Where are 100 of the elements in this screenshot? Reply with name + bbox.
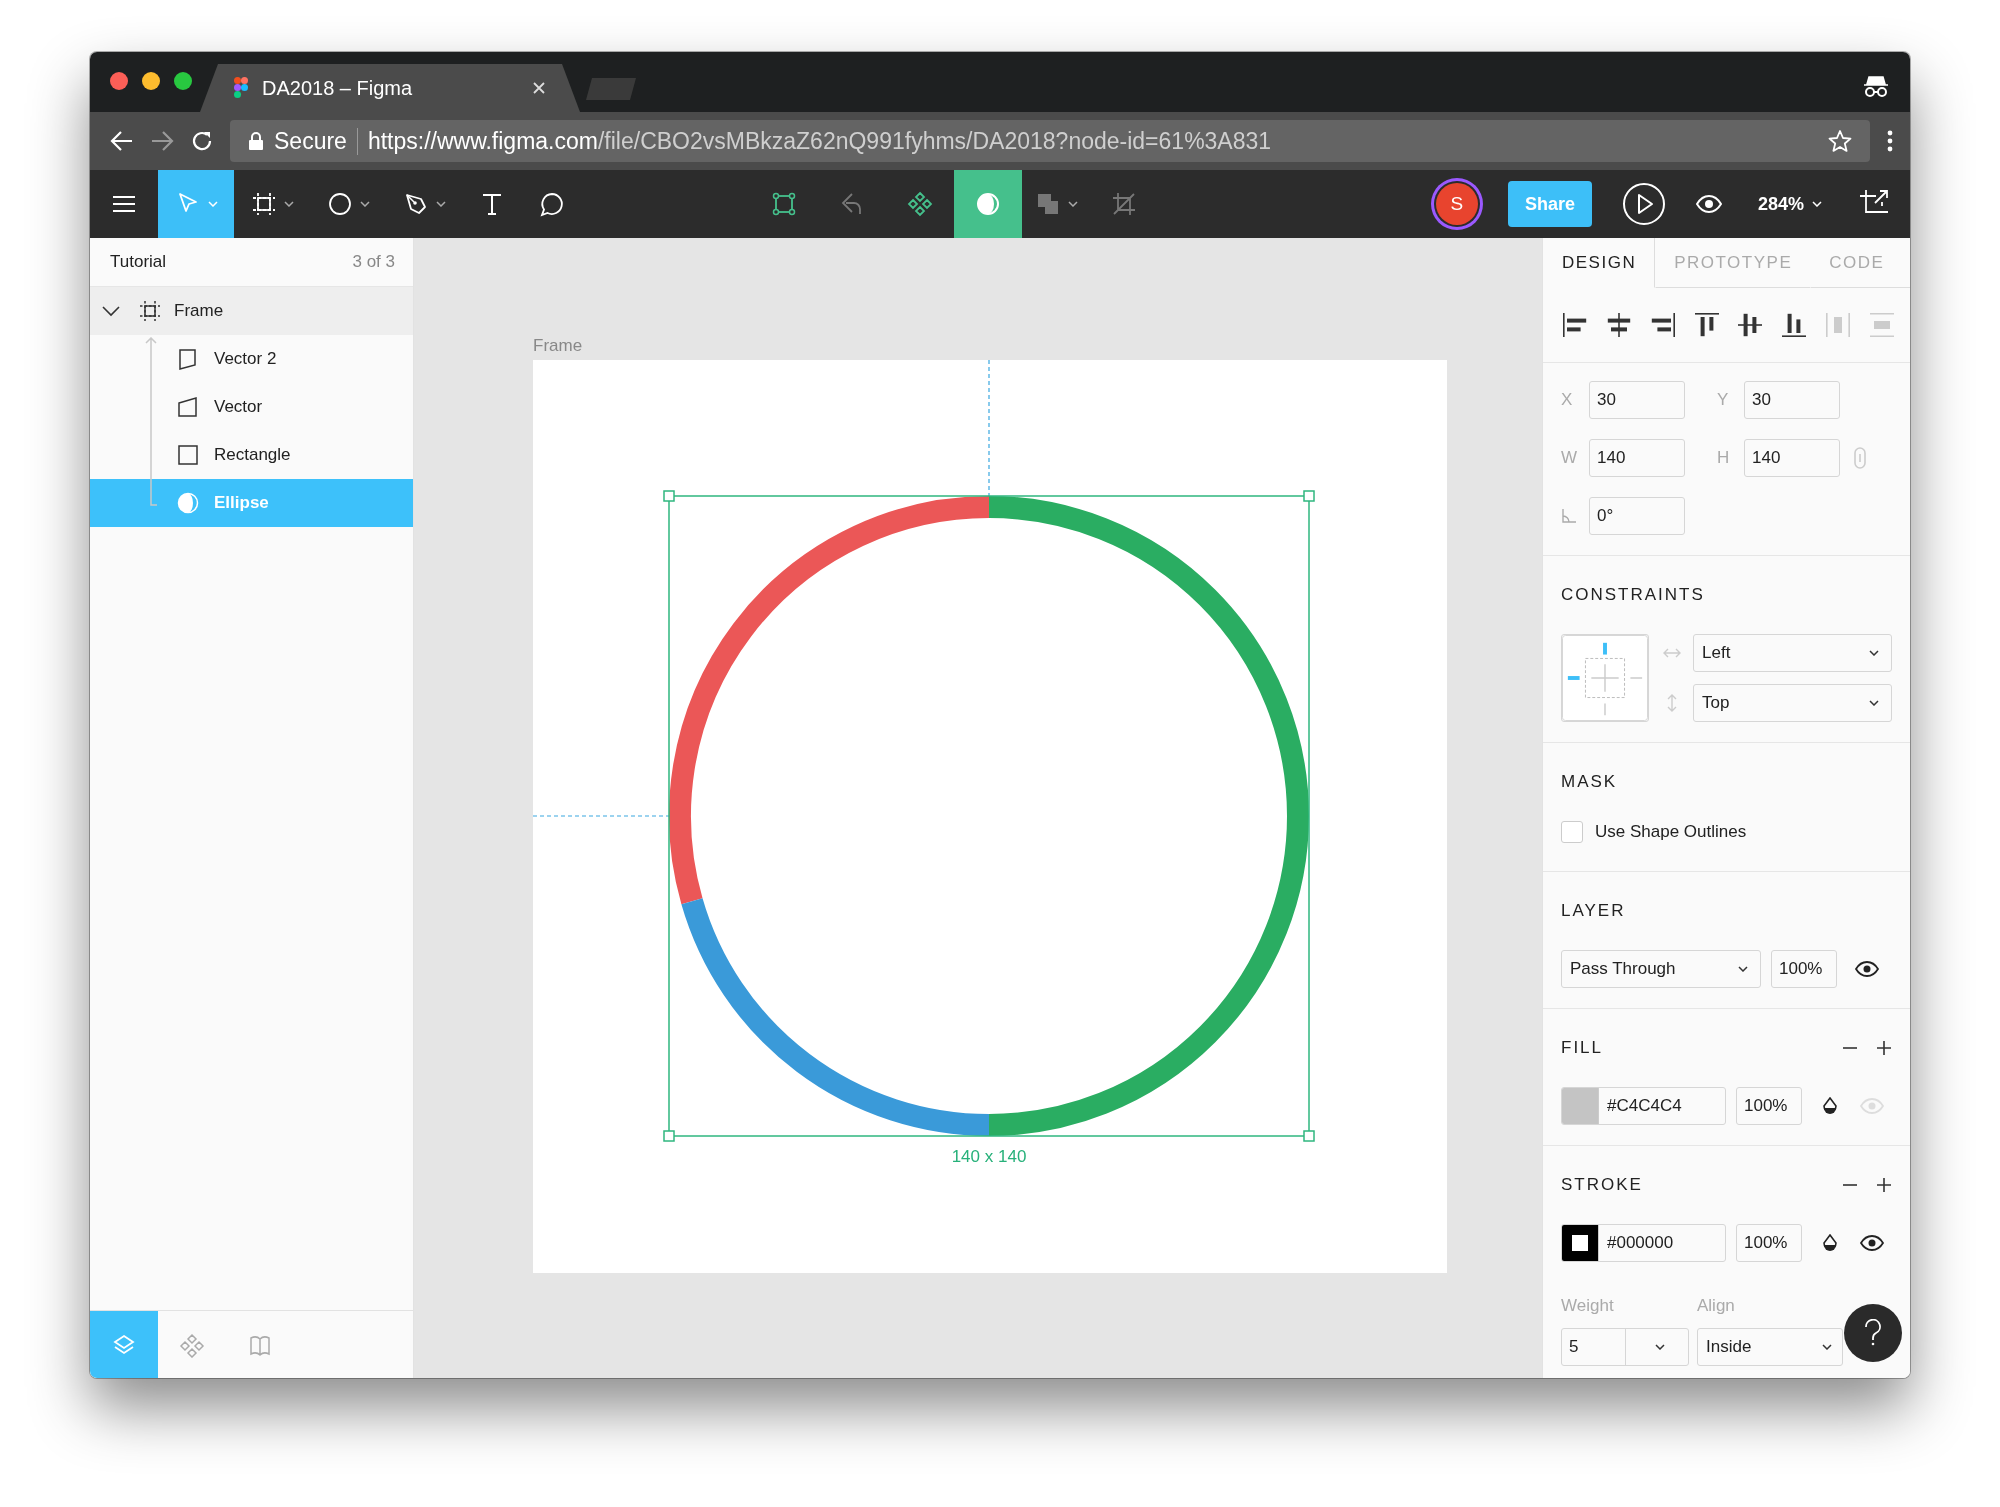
maximize-window-button[interactable] [174, 72, 192, 90]
layer-row[interactable]: Vector [90, 383, 413, 431]
section-title: STROKE [1561, 1175, 1643, 1195]
caret-icon [1869, 650, 1879, 656]
w-label: W [1561, 448, 1579, 468]
caret-icon [1067, 201, 1078, 207]
fill-color-field[interactable]: #C4C4C4 [1561, 1087, 1726, 1125]
question-mark-icon [1864, 1319, 1882, 1347]
caret-icon [284, 201, 294, 207]
layer-row[interactable]: Rectangle [90, 431, 413, 479]
chevron-down-icon[interactable] [102, 305, 120, 317]
plus-icon[interactable] [1876, 1040, 1892, 1056]
caret-icon [1822, 1344, 1832, 1350]
align-button[interactable] [1563, 313, 1587, 337]
caret-icon [436, 201, 446, 207]
horizontal-constraint-dropdown[interactable]: Left [1693, 634, 1892, 672]
caret-icon [1655, 1344, 1666, 1350]
stroke-color-field[interactable]: #000000 [1561, 1224, 1726, 1262]
back-arrow-icon[interactable] [110, 130, 134, 152]
align-dist-h-icon [1826, 313, 1851, 337]
eye-icon[interactable] [1860, 1235, 1884, 1251]
align-button[interactable] [1738, 313, 1763, 337]
weight-field[interactable]: 5 [1561, 1328, 1689, 1366]
stroke-align-dropdown[interactable]: Inside [1697, 1328, 1843, 1366]
caret-icon [208, 201, 218, 207]
more-menu-icon[interactable] [1886, 129, 1894, 153]
play-icon[interactable] [1621, 182, 1666, 226]
height-field[interactable]: 140 [1744, 439, 1840, 477]
align-label: Align [1697, 1296, 1735, 1316]
align-dist-v-icon [1869, 313, 1894, 337]
browser-tab[interactable]: DA2018 – Figma [200, 64, 580, 112]
skewed-shape-icon [176, 395, 200, 419]
size-label: 140 x 140 [950, 1147, 1028, 1167]
checkbox[interactable] [1561, 821, 1583, 843]
section-title: CONSTRAINTS [1561, 585, 1705, 605]
section-title: LAYER [1561, 901, 1626, 921]
circle-icon [326, 190, 354, 218]
checkbox-label: Use Shape Outlines [1595, 822, 1747, 842]
plus-icon[interactable] [1876, 1177, 1892, 1193]
close-icon[interactable] [532, 81, 546, 95]
blend-mode-dropdown[interactable]: Pass Through [1561, 950, 1761, 988]
tab-title: DA2018 – Figma [262, 76, 414, 100]
horizontal-arrows-icon [1663, 648, 1681, 658]
forward-arrow-icon[interactable] [150, 130, 174, 152]
x-label: X [1561, 390, 1574, 410]
caret-icon [360, 201, 370, 207]
drop-icon[interactable] [1822, 1234, 1838, 1252]
caret-icon [1812, 201, 1822, 207]
speech-bubble-icon [538, 190, 566, 218]
star-icon[interactable] [1828, 129, 1852, 153]
square-icon [176, 443, 200, 467]
y-field[interactable]: 30 [1744, 381, 1840, 419]
vertical-constraint-dropdown[interactable]: Top [1693, 684, 1892, 722]
reload-icon[interactable] [190, 129, 214, 153]
section-title: MASK [1561, 772, 1618, 792]
eye-icon[interactable] [1855, 961, 1879, 977]
color-swatch[interactable] [1562, 1225, 1599, 1261]
h-label: H [1716, 448, 1731, 468]
rotation-field[interactable]: 0° [1589, 497, 1685, 535]
weight-label: Weight [1561, 1296, 1615, 1316]
url-text: https://www.figma.com/file/CBO2vsMBkzaZ62nQ991fyhms/DA2018?node-id=61%3A831 [367, 127, 1272, 155]
y-label: Y [1716, 390, 1730, 410]
align-hcenter-icon [1606, 313, 1631, 337]
opacity-field[interactable]: 100% [1736, 1224, 1802, 1262]
page-name[interactable]: Tutorial [110, 252, 167, 272]
opacity-field[interactable]: 100% [1771, 950, 1837, 988]
x-field[interactable]: 30 [1589, 381, 1685, 419]
drop-icon[interactable] [1822, 1097, 1838, 1115]
align-button[interactable] [1606, 313, 1631, 337]
app-logo-icon [234, 77, 248, 99]
address-bar[interactable]: Secure https://www.figma.com/file/CBO2vsMBkzaZ62nQ991fyhms/DA2018?node-id=61%3A831 [230, 120, 1870, 162]
lock-icon [248, 131, 264, 151]
frame-icon [250, 190, 278, 218]
section-title: FILL [1561, 1038, 1604, 1058]
align-vcenter-icon [1738, 313, 1763, 337]
incognito-icon [1862, 74, 1890, 98]
menu-icon [113, 195, 135, 213]
half-circle-icon [176, 491, 200, 515]
align-button[interactable] [1650, 313, 1675, 337]
caret-icon [1738, 966, 1748, 972]
align-right-icon [1650, 313, 1675, 337]
diamonds-icon [179, 1331, 205, 1358]
minimize-window-button[interactable] [142, 72, 160, 90]
secure-label: Secure [274, 127, 358, 155]
align-top-icon [1694, 313, 1719, 337]
help-button[interactable] [1844, 1304, 1902, 1362]
frame-icon [138, 299, 162, 323]
layer-row[interactable]: Frame [90, 287, 413, 335]
align-left-icon [1563, 313, 1587, 337]
opacity-field[interactable]: 100% [1736, 1087, 1802, 1125]
align-button[interactable] [1694, 313, 1719, 337]
angle-icon [1561, 508, 1577, 524]
page-count: 3 of 3 [352, 252, 395, 272]
inspector-tab[interactable]: DESIGN [1543, 238, 1656, 288]
width-field[interactable]: 140 [1589, 439, 1685, 477]
color-swatch[interactable] [1562, 1088, 1599, 1124]
zoom-dropdown[interactable]: 284% [1751, 192, 1828, 216]
layer-row[interactable]: Vector 2 [90, 335, 413, 383]
align-button[interactable] [1782, 313, 1807, 337]
close-window-button[interactable] [110, 72, 128, 90]
